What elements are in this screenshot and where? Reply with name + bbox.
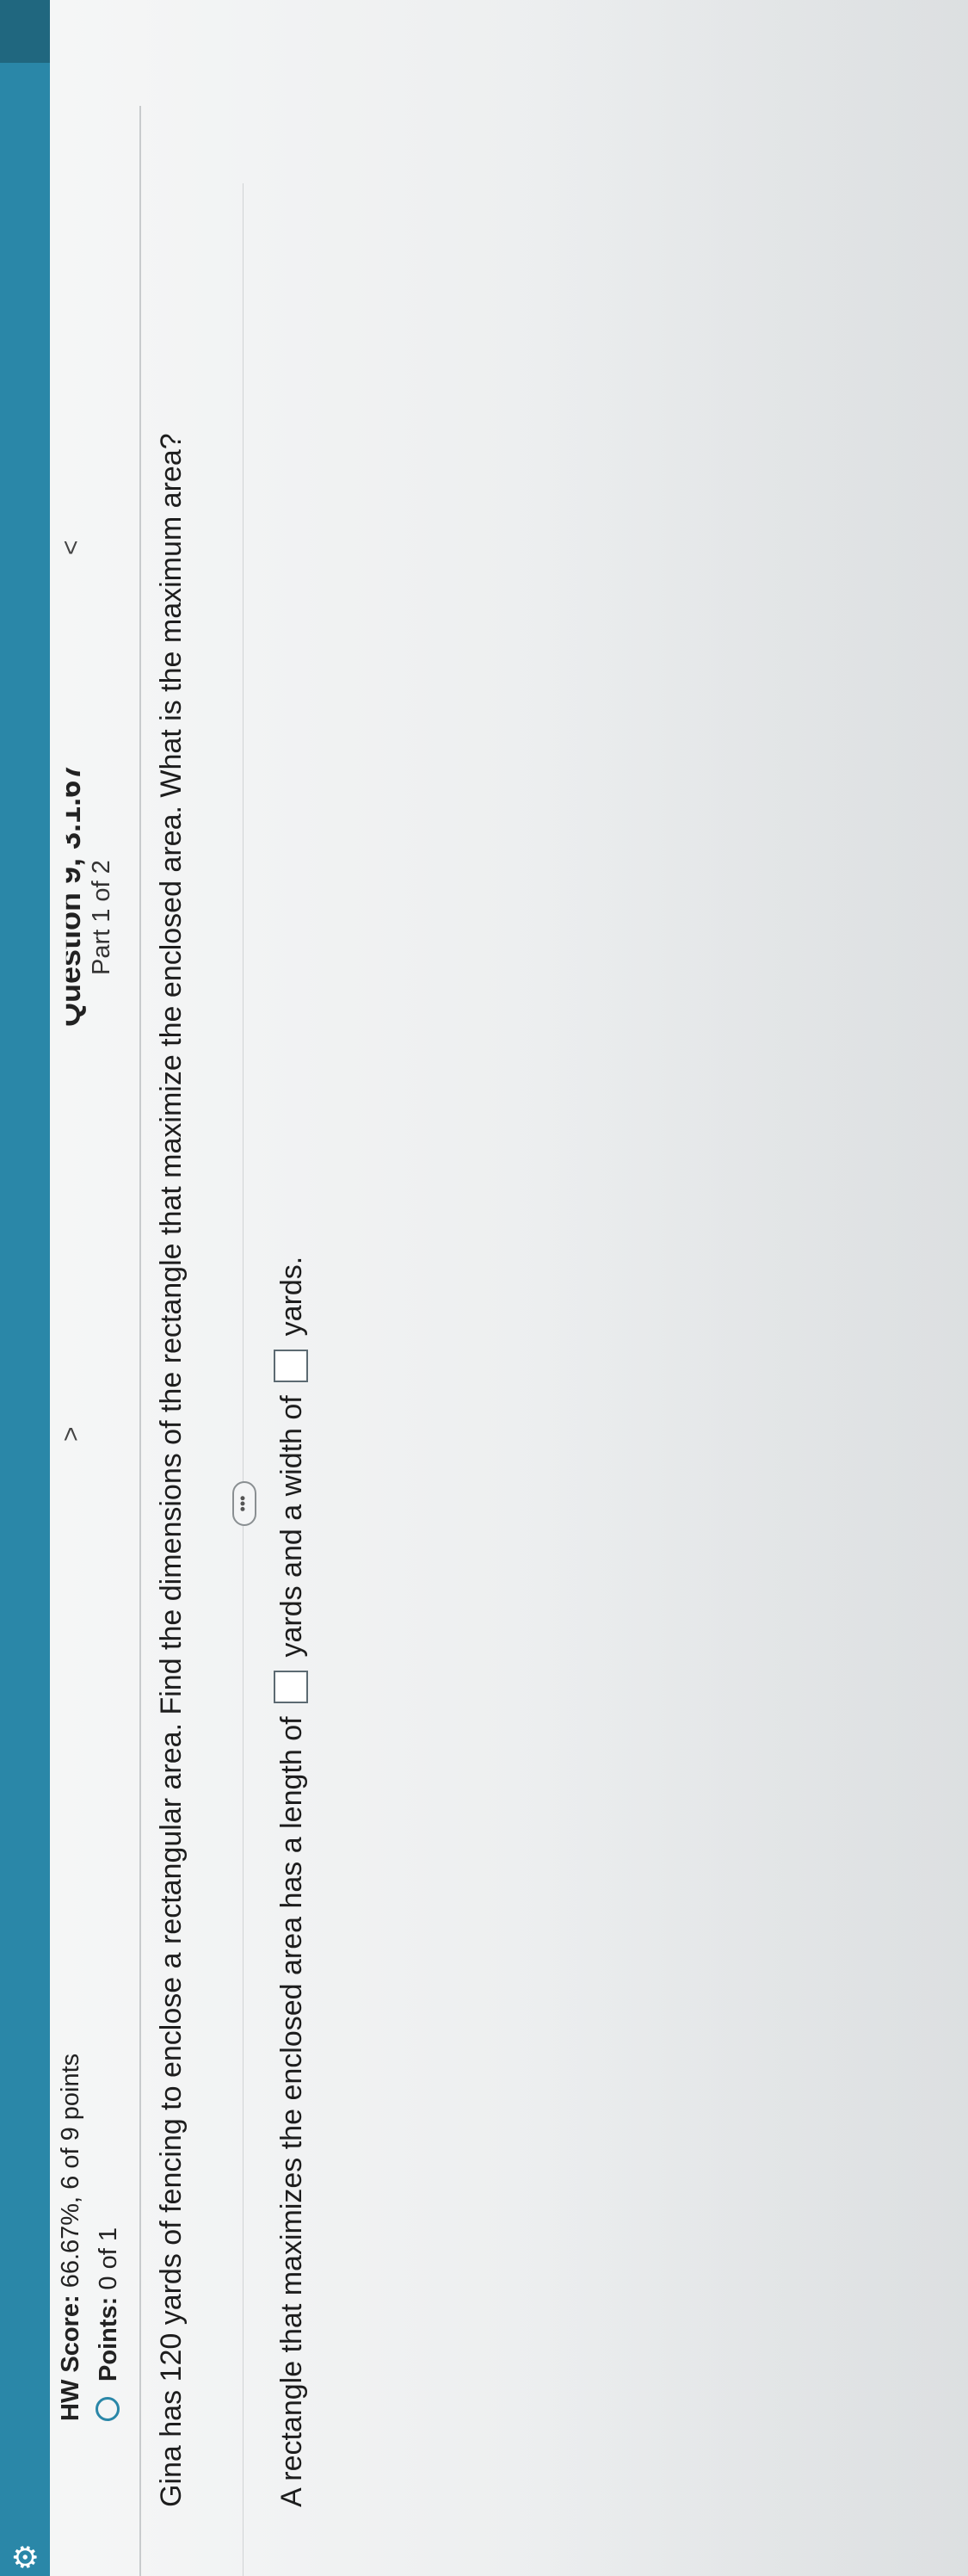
width-input[interactable] xyxy=(274,1349,308,1382)
hw-score-label: HW Score: xyxy=(57,2295,84,2421)
chevron-left-icon[interactable]: < xyxy=(57,540,86,555)
chevron-right-icon[interactable]: > xyxy=(57,1426,86,1442)
points-label: Points: xyxy=(95,2296,122,2381)
hw-score-value: 66.67%, 6 of 9 points xyxy=(57,2053,84,2289)
top-bar-edge xyxy=(0,0,50,63)
points-value: 0 of 1 xyxy=(95,2227,122,2290)
points-row: Points: 0 of 1 xyxy=(95,2227,123,2421)
points-status-icon xyxy=(96,2397,120,2421)
gear-icon[interactable]: ⚙ xyxy=(7,2538,45,2576)
header-divider xyxy=(139,106,141,2576)
more-button[interactable]: ••• xyxy=(232,1481,256,1526)
length-input[interactable] xyxy=(274,1670,308,1703)
answer-prefix: A rectangle that maximizes the enclosed … xyxy=(275,1716,308,2507)
shadow-overlay xyxy=(516,0,968,2576)
page-stage: ⚙ HW Score: 66.67%, 6 of 9 points Points… xyxy=(0,0,968,2576)
question-title: Question 9, 3.1.67 xyxy=(52,763,87,1027)
answer-middle: yards and a width of xyxy=(275,1395,308,1658)
part-label: Part 1 of 2 xyxy=(88,860,115,975)
question-text: Gina has 120 yards of fencing to enclose… xyxy=(155,433,188,2507)
top-bar: ⚙ xyxy=(0,0,50,2576)
hw-score: HW Score: 66.67%, 6 of 9 points xyxy=(57,2054,85,2421)
answer-sentence: A rectangle that maximizes the enclosed … xyxy=(274,1257,309,2507)
answer-suffix: yards. xyxy=(275,1256,308,1337)
question-divider xyxy=(243,183,244,2576)
